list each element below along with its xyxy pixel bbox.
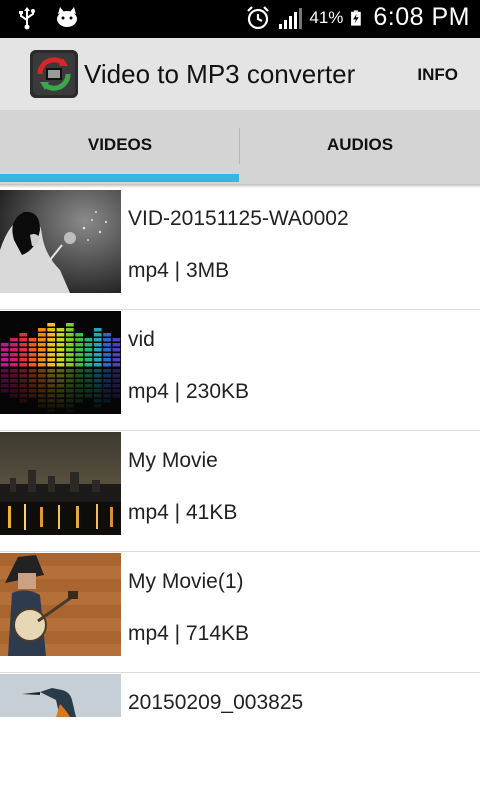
video-thumbnail	[0, 432, 121, 535]
video-thumbnail	[0, 190, 121, 293]
status-right-icons: 41% 6:08 PM	[245, 3, 470, 32]
video-meta: mp4 | 230KB	[128, 380, 250, 403]
tab-bar-shadow	[0, 184, 480, 188]
signal-icon	[279, 7, 303, 29]
video-thumbnail	[0, 674, 121, 717]
list-item[interactable]: VID-20151125-WA0002 mp4 | 3MB	[0, 189, 480, 310]
status-bar: 41% 6:08 PM	[0, 0, 480, 38]
video-title: My Movie	[128, 449, 218, 472]
video-thumbnail	[0, 553, 121, 656]
video-meta: mp4 | 41KB	[128, 501, 238, 524]
info-button[interactable]: INFO	[417, 65, 458, 85]
app-bar: Video to MP3 converter INFO	[0, 38, 480, 110]
video-thumbnail	[0, 311, 121, 414]
tab-audios[interactable]: AUDIOS	[240, 110, 480, 184]
video-title: My Movie(1)	[128, 570, 244, 593]
cat-notification-icon	[57, 7, 77, 27]
alarm-icon	[247, 5, 270, 29]
video-title: vid	[128, 328, 155, 351]
battery-charging-icon	[351, 9, 362, 26]
tab-videos[interactable]: VIDEOS	[0, 110, 240, 184]
clock: 6:08 PM	[373, 3, 470, 31]
video-title: 20150209_003825	[128, 691, 304, 714]
list-item[interactable]: My Movie(1) mp4 | 714KB	[0, 552, 480, 673]
list-item[interactable]: 20150209_003825	[0, 673, 480, 733]
selected-tab-indicator	[0, 174, 239, 182]
video-list: VID-20151125-WA0002 mp4 | 3MB vid mp4 | …	[0, 189, 480, 733]
usb-icon	[19, 7, 35, 30]
status-left-icons	[14, 5, 80, 31]
tab-bar: VIDEOS AUDIOS	[0, 110, 480, 184]
video-title: VID-20151125-WA0002	[128, 207, 349, 230]
video-meta: mp4 | 714KB	[128, 622, 250, 645]
battery-percent: 41%	[309, 7, 344, 27]
app-logo-icon	[30, 50, 78, 98]
list-item[interactable]: My Movie mp4 | 41KB	[0, 431, 480, 552]
video-meta: mp4 | 3MB	[128, 259, 230, 282]
app-title: Video to MP3 converter	[84, 59, 356, 89]
list-item[interactable]: vid mp4 | 230KB	[0, 310, 480, 431]
